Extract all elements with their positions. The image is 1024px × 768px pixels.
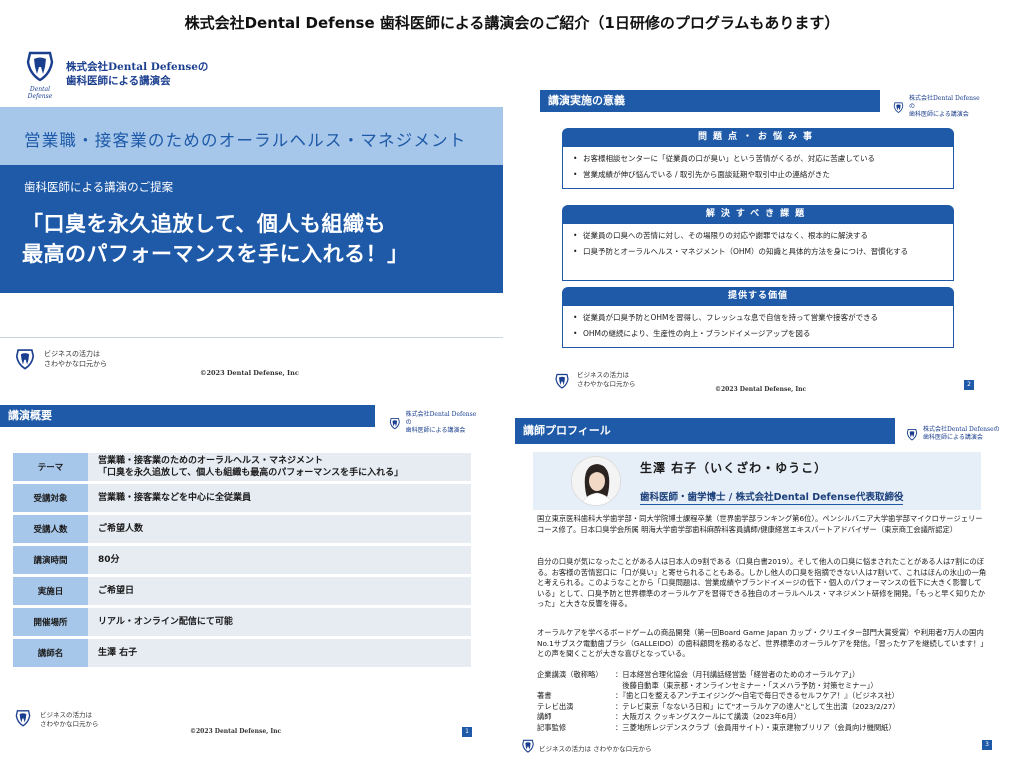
profile-mission: 自分の口臭が気になったことがある人は日本人の9割である（口臭白書2019）。そし… [537, 557, 987, 608]
band-title: 営業職・接客業のためのオーラルヘルス・マネジメント [24, 131, 467, 150]
dental-defense-logo: Dental Defense [22, 50, 58, 100]
corner-logo: 株式会社Dental Defenseの 歯科医師による講演会 [892, 95, 980, 119]
footer-logo [12, 348, 38, 374]
box-value: 従業員が口臭予防とOHMを習得し、フレッシュな息で自信を持って営業や接客ができる… [562, 306, 954, 348]
page-number: 3 [982, 740, 992, 750]
table-row: 講師名 生澤 右子 [13, 639, 471, 667]
proposal-subtitle: 歯科医師による講演のご提案 [24, 180, 174, 194]
lecturer-name: 生澤 右子（いくざわ・ゆうこ） [640, 461, 828, 475]
tooth-shield-icon [15, 710, 31, 727]
page-title: 株式会社Dental Defense 歯科医師による講演会のご紹介（1日研修のプ… [184, 14, 840, 32]
list-item: 口臭予防とオーラルヘルス・マネジメント（OHM）の知識と具体的方法を身につけ、習… [573, 244, 947, 260]
slide-header: 講演実施の意義 [540, 90, 880, 112]
slide-profile: 講師プロフィール 株式会社Dental Defenseの 歯科医師による講演会 … [515, 418, 1000, 763]
portrait-icon [572, 457, 620, 505]
list-item: お客様相談センターに「従業員の口が臭い」という苦情がくるが、対応に苦慮している [573, 151, 947, 167]
slide-overview: 講演概要 株式会社Dental Defenseの 歯科医師による講演会 テーマ … [0, 405, 480, 745]
list-item: テレビ出演 ：テレビ東京「なないろ日和」にて"オーラルケアの達人"として生出演（2… [537, 701, 900, 711]
tooth-shield-icon [389, 417, 400, 429]
slide-significance: 講演実施の意義 株式会社Dental Defenseの 歯科医師による講演会 問… [540, 90, 980, 395]
footer-logo [520, 738, 536, 757]
footer-logo [553, 373, 573, 393]
logo-wordmark: Dental Defense [27, 86, 53, 100]
list-item: 後藤自動車（東京都・オンラインセミナー・「スメハラ予防・対策セミナー」） [615, 680, 878, 690]
profile-card: 生澤 右子（いくざわ・ゆうこ） 歯科医師・歯学博士 / 株式会社Dental D… [533, 452, 981, 510]
slide-header: 講演概要 [0, 405, 375, 427]
headline: 「口臭を永久追放して、個人も組織も 最高のパフォーマンスを手に入れる！」 [22, 212, 409, 266]
box-problems: お客様相談センターに「従業員の口が臭い」という苦情がくるが、対応に苦慮している … [562, 147, 954, 189]
list-item: OHMの継続により、生産性の向上・ブランドイメージアップを図る [573, 326, 947, 342]
profile-activities: オーラルケアを学べるボードゲームの商品開発（第一回Board Game Japa… [537, 628, 984, 658]
activity-list: 企業講演（敬称略） ：日本経営合理化協会（月刊講話経営塾「経営者のためのオーラルケ… [537, 670, 987, 733]
table-row: 実施日 ご希望日 [13, 577, 471, 605]
list-item: 記事監修 ：三菱地所レジデンスクラブ（会員用サイト）・東京建物ブリリア（会員向け機… [537, 722, 896, 732]
tooth-shield-icon [893, 101, 904, 113]
table-row: テーマ 営業職・接客業のためのオーラルヘルス・マネジメント 「口臭を永久追放して… [13, 453, 471, 481]
footer-logo [13, 709, 33, 731]
box-problems-title: 問題点・お悩み事 [562, 128, 954, 147]
tooth-shield-icon [15, 349, 35, 370]
lecturer-title: 歯科医師・歯学博士 / 株式会社Dental Defense代表取締役 [640, 489, 904, 505]
tooth-shield-icon [26, 51, 54, 82]
profile-background: 国立東京医科歯科大学歯学部・同大学院博士課程卒業（世界歯学部ランキング第6位）。… [537, 514, 983, 534]
footer-tagline: ビジネスの活力は さわやかな口元から [44, 350, 107, 368]
copyright: ©2023 Dental Defense, Inc [715, 386, 807, 393]
divider [0, 337, 503, 338]
list-item: 講師 ：大阪ガス クッキングスクールにて講演（2023年6月） [537, 712, 801, 721]
footer-tagline: ビジネスの活力は さわやかな口元から [539, 745, 652, 753]
table-row: 講演時間 80分 [13, 546, 471, 574]
company-name: 株式会社Dental Defenseの 歯科医師による講演会 [66, 61, 209, 87]
page-number: 1 [462, 727, 472, 737]
box-issues-title: 解決すべき課題 [562, 205, 954, 224]
tooth-shield-icon [906, 428, 918, 440]
title-band: 営業職・接客業のためのオーラルヘルス・マネジメント [0, 107, 503, 165]
page-number: 2 [964, 380, 974, 390]
box-issues: 従業員の口臭への苦情に対し、その場限りの対応や謝罪ではなく、根本的に解決する 口… [562, 224, 954, 281]
list-item: 従業員が口臭予防とOHMを習得し、フレッシュな息で自信を持って営業や接客ができる [573, 310, 947, 326]
list-item: 営業成績が伸び悩んでいる / 取引先から面談延期や取引中止の連絡がきた [573, 167, 947, 183]
slide-header: 講師プロフィール [515, 418, 895, 444]
table-row: 受講人数 ご希望人数 [13, 515, 471, 543]
tooth-shield-icon [555, 373, 569, 389]
list-item: 従業員の口臭への苦情に対し、その場限りの対応や謝罪ではなく、根本的に解決する [573, 228, 947, 244]
headline-band: 歯科医師による講演のご提案 「口臭を永久追放して、個人も組織も 最高のパフォーマ… [0, 165, 503, 293]
footer-tagline: ビジネスの活力は さわやかな口元から [577, 371, 636, 388]
slide-title: Dental Defense 株式会社Dental Defenseの 歯科医師に… [0, 42, 503, 382]
table-row: 開催場所 リアル・オンライン配信にて可能 [13, 608, 471, 636]
avatar [571, 456, 621, 506]
overview-table: テーマ 営業職・接客業のためのオーラルヘルス・マネジメント 「口臭を永久追放して… [13, 453, 471, 670]
list-item: 企業講演（敬称略） ：日本経営合理化協会（月刊講話経営塾「経営者のためのオーラルケ… [537, 670, 860, 679]
corner-logo: 株式会社Dental Defenseの 歯科医師による講演会 [388, 411, 480, 435]
box-value-title: 提供する価値 [562, 287, 954, 306]
list-item: 著書 ：『歯と口を整えるアンチエイジング〜自宅で毎日できるセルフケア！』（ビジネス… [537, 691, 899, 700]
copyright: ©2023 Dental Defense, Inc [200, 369, 299, 377]
copyright: ©2023 Dental Defense, Inc [190, 728, 282, 735]
table-row: 受講対象 営業職・接客業などを中心に全従業員 [13, 484, 471, 512]
footer-tagline: ビジネスの活力は さわやかな口元から [40, 711, 99, 728]
corner-logo: 株式会社Dental Defenseの 歯科医師による講演会 [905, 426, 1000, 442]
tooth-shield-icon [522, 739, 534, 753]
